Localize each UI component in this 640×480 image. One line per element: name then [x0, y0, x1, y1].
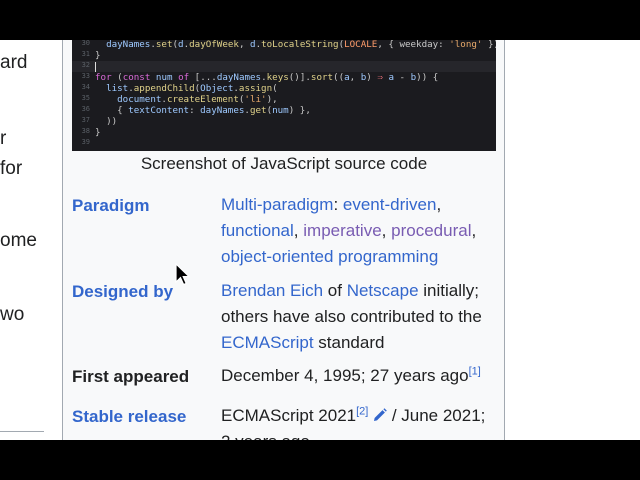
- article-text-fragment: r: [0, 128, 7, 149]
- imperative-link[interactable]: imperative: [303, 221, 381, 240]
- line-number: 34: [81, 83, 90, 91]
- code-line: 32: [72, 61, 496, 72]
- event-driven-link[interactable]: event-driven: [343, 195, 437, 214]
- code-line: 31}: [72, 50, 496, 61]
- code-line: 36 { textContent: dayNames.get(num) },: [72, 105, 496, 116]
- line-number: 32: [81, 61, 90, 69]
- designed-by-value: Brendan Eich of Netscape initially; othe…: [221, 281, 482, 352]
- code-line: 38}: [72, 127, 496, 138]
- paradigm-value: Multi-paradigm: event-driven, functional…: [221, 195, 477, 266]
- reference-1-link[interactable]: [1]: [469, 365, 481, 377]
- wikipedia-page: ard r for ome wo 30 dayNames.set(d.dayOf…: [0, 40, 640, 440]
- code-text: }: [95, 50, 101, 61]
- first-appeared-value: December 4, 1995; 27 years ago[1]: [221, 365, 481, 385]
- code-text: }: [95, 127, 101, 138]
- line-number: 38: [81, 127, 90, 135]
- code-line: 30 dayNames.set(d.dayOfWeek, d.toLocaleS…: [72, 40, 496, 50]
- section-divider: [0, 431, 44, 432]
- line-number: 30: [81, 40, 90, 47]
- code-line: 33 for (const num of [...dayNames.keys()]…: [72, 72, 496, 83]
- line-number: 33: [81, 72, 90, 80]
- code-text: list.appendChild(Object.assign(: [106, 83, 278, 94]
- reference-2-link[interactable]: [2]: [356, 405, 368, 417]
- code-line: 34 list.appendChild(Object.assign(: [72, 83, 496, 94]
- code-text: for (const num of [...dayNames.keys()].s…: [95, 72, 439, 83]
- code-text: dayNames.set(d.dayOfWeek, d.toLocaleStri…: [106, 40, 496, 50]
- functional-link[interactable]: functional: [221, 221, 294, 240]
- line-number: 31: [81, 50, 90, 58]
- mouse-pointer-icon: [175, 263, 191, 286]
- line-number: 35: [81, 94, 90, 102]
- designed-by-label[interactable]: Designed by: [72, 282, 173, 302]
- netscape-link[interactable]: Netscape: [347, 281, 419, 300]
- article-text-fragments: ard r for ome wo: [0, 40, 60, 440]
- brendan-eich-link[interactable]: Brendan Eich: [221, 281, 323, 300]
- line-number: 37: [81, 116, 90, 124]
- multi-paradigm-link[interactable]: Multi-paradigm: [221, 195, 333, 214]
- line-number: 39: [81, 138, 90, 146]
- edit-pencil-icon[interactable]: [373, 404, 387, 421]
- paradigm-label[interactable]: Paradigm: [72, 196, 149, 216]
- first-appeared-label: First appeared: [72, 367, 190, 386]
- code-text: { textContent: dayNames.get(num) },: [95, 105, 311, 116]
- image-caption: Screenshot of JavaScript source code: [140, 154, 428, 173]
- object-oriented-programming-link[interactable]: object-oriented programming: [221, 247, 438, 266]
- stable-release-label[interactable]: Stable release: [72, 407, 186, 427]
- line-number: 36: [81, 105, 90, 113]
- article-text-fragment: for: [0, 158, 23, 179]
- code-text: )): [95, 116, 118, 127]
- code-screenshot-image[interactable]: 30 dayNames.set(d.dayOfWeek, d.toLocaleS…: [72, 40, 496, 151]
- code-line: 35 document.createElement('li'),: [72, 94, 496, 105]
- procedural-link[interactable]: procedural: [391, 221, 471, 240]
- code-text: document.createElement('li'),: [117, 94, 278, 105]
- article-text-fragment: ome: [0, 230, 37, 251]
- ecmascript-link[interactable]: ECMAScript: [221, 333, 314, 352]
- article-text-fragment: wo: [0, 304, 25, 325]
- stable-release-value: ECMAScript 2021[2] / June 2021; 2 years …: [221, 404, 486, 440]
- article-text-fragment: ard: [0, 52, 28, 73]
- code-line: 37 )): [72, 116, 496, 127]
- code-line: 39: [72, 138, 496, 149]
- text-caret: [95, 62, 96, 72]
